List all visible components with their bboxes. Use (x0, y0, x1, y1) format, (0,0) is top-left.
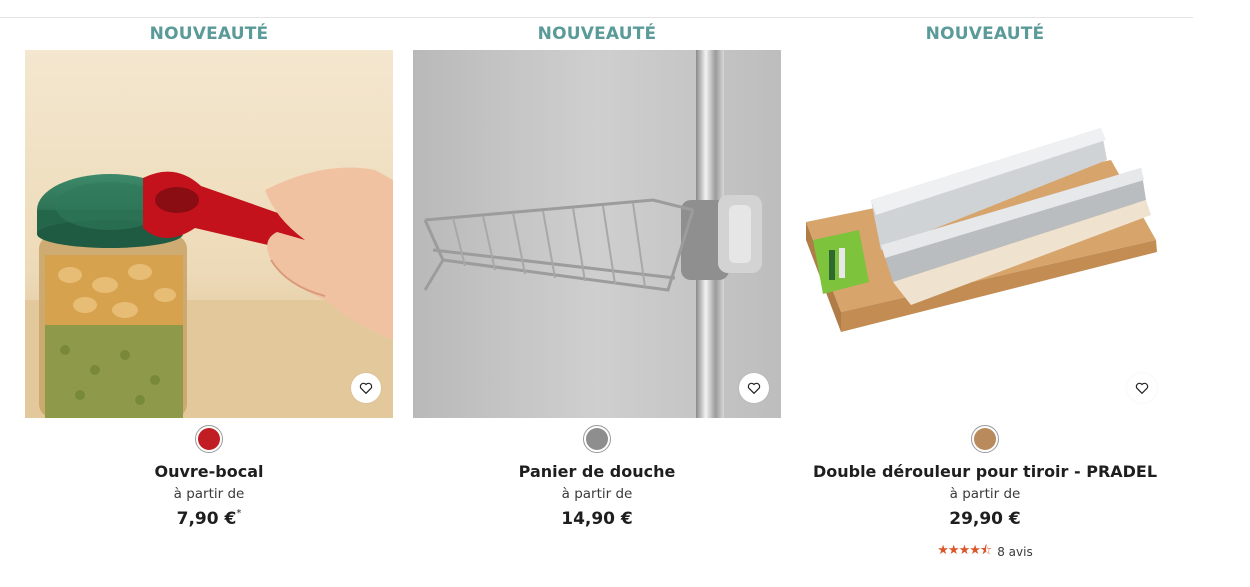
rating-stars-icon: ★★★★⯪ (937, 543, 992, 558)
product-card-ouvre-bocal[interactable]: NOUVEAUTÉ Ouvre-bocal à partir de 7,90 €… (25, 18, 393, 531)
price-prefix: à partir de (561, 486, 633, 502)
favorite-button[interactable] (1127, 373, 1157, 403)
product-card-double-derouleur[interactable]: NOUVEAUTÉ Double dérouleur pour tiroir -… (801, 18, 1169, 563)
product-name[interactable]: Ouvre-bocal (25, 461, 393, 483)
product-image[interactable] (801, 50, 1169, 418)
price-prefix: à partir de (173, 486, 245, 502)
favorite-button[interactable] (351, 373, 381, 403)
product-name[interactable]: Double dérouleur pour tiroir - PRADEL (801, 461, 1169, 483)
new-badge: NOUVEAUTÉ (537, 24, 657, 44)
review-count: 8 avis (997, 545, 1033, 559)
product-price: 14,90 € (561, 509, 633, 529)
color-swatch[interactable] (195, 425, 223, 453)
price-prefix: à partir de (949, 486, 1021, 502)
swatch-color (198, 428, 220, 450)
color-swatch[interactable] (971, 425, 999, 453)
product-price: 29,90 € (949, 509, 1021, 529)
favorite-button[interactable] (739, 373, 769, 403)
new-badge: NOUVEAUTÉ (149, 24, 269, 44)
price-value: 7,90 € (176, 509, 237, 529)
new-badge: NOUVEAUTÉ (925, 24, 1045, 44)
shower-basket-photo (413, 50, 781, 418)
product-image[interactable] (413, 50, 781, 418)
heart-outline-icon (1135, 382, 1149, 394)
product-image[interactable] (25, 50, 393, 418)
price-note: * (236, 508, 242, 519)
heart-outline-icon (747, 382, 761, 394)
swatch-color (974, 428, 996, 450)
product-rating[interactable]: ★★★★⯪ 8 avis (801, 541, 1169, 563)
foil-dispenser-photo (801, 50, 1169, 418)
jar-opener-photo (25, 50, 393, 418)
product-card-panier-de-douche[interactable]: NOUVEAUTÉ Panier de douche à partir de 1… (413, 18, 781, 531)
product-name[interactable]: Panier de douche (413, 461, 781, 483)
heart-outline-icon (359, 382, 373, 394)
swatch-color (586, 428, 608, 450)
product-price: 7,90 €* (25, 507, 393, 531)
color-swatch[interactable] (583, 425, 611, 453)
